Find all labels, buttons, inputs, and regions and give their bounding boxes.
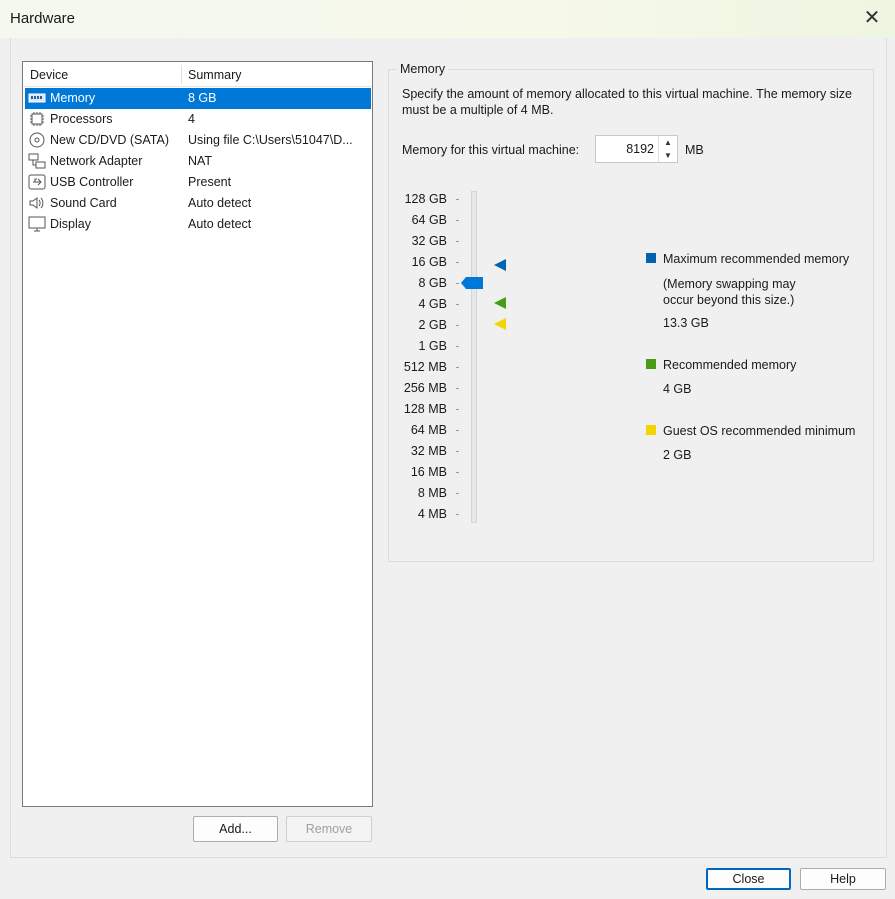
device-name: Network Adapter [50,154,143,168]
legend-guest-min-swatch [646,425,656,435]
scale-label: 128 MB [403,402,447,416]
close-window-icon[interactable]: ✕ [861,7,883,29]
column-header-summary[interactable]: Summary [188,68,241,82]
scale-tick [456,451,459,452]
memory-description: Specify the amount of memory allocated t… [402,87,852,117]
scale-tick [456,409,459,410]
speaker-icon [29,197,44,209]
memory-icon [28,93,46,103]
cd-dvd-icon [29,132,45,148]
remove-device-button[interactable]: Remove [286,816,372,842]
scale-label: 2 GB [418,318,448,332]
device-summary: Auto detect [188,217,252,231]
memory-slider-thumb[interactable] [461,277,483,289]
legend-recommended-label: Recommended memory [663,358,797,372]
column-header-device[interactable]: Device [30,68,68,82]
usb-icon [28,174,46,190]
device-name: Sound Card [50,196,117,210]
recommended-marker-icon [494,297,506,309]
device-list[interactable]: Device Summary Memory 8 GB Processors 4 … [22,61,373,807]
title-bar: Hardware ✕ [0,0,895,38]
device-summary: NAT [188,154,213,168]
scale-label: 512 MB [403,360,447,374]
memory-field-label: Memory for this virtual machine: [402,143,579,157]
scale-tick [456,472,459,473]
scale-tick [456,262,459,263]
device-row-network-adapter[interactable]: Network Adapter NAT [25,151,371,172]
memory-slider-track[interactable] [471,191,477,523]
device-name: New CD/DVD (SATA) [50,133,169,147]
legend-guest-min-value: 2 GB [663,448,692,462]
scale-label: 256 MB [403,381,447,395]
device-row-cd-dvd[interactable]: New CD/DVD (SATA) Using file C:\Users\51… [25,130,371,151]
window-title: Hardware [10,10,76,27]
legend-guest-min-label: Guest OS recommended minimum [663,424,856,438]
scale-label: 32 MB [410,444,447,458]
memory-spinbox[interactable]: 8192 ▲ ▼ [595,135,678,163]
legend-max-swatch [646,253,656,263]
column-divider[interactable] [181,65,182,84]
memory-value-input[interactable]: 8192 [596,142,654,156]
scale-tick [456,304,459,305]
footer-separator [10,857,885,858]
scale-tick [456,493,459,494]
spin-down-icon[interactable]: ▼ [659,149,677,162]
help-button[interactable]: Help [800,868,886,890]
scale-tick [456,367,459,368]
scale-label: 64 GB [411,213,447,227]
device-row-processors[interactable]: Processors 4 [25,109,371,130]
device-name: Display [50,217,91,231]
spin-arrows: ▲ ▼ [658,136,677,162]
device-row-usb-controller[interactable]: USB Controller Present [25,172,371,193]
scale-tick [456,220,459,221]
device-row-memory[interactable]: Memory 8 GB [25,88,371,109]
scale-tick [456,241,459,242]
device-row-sound-card[interactable]: Sound Card Auto detect [25,193,371,214]
monitor-icon [28,216,46,232]
device-name: USB Controller [50,175,134,189]
spin-up-icon[interactable]: ▲ [659,136,677,149]
legend-recommended-swatch [646,359,656,369]
processor-icon [30,112,44,126]
device-summary: 4 [188,112,195,126]
scale-label: 32 GB [411,234,447,248]
close-button[interactable]: Close [706,868,791,890]
legend-recommended-value: 4 GB [663,382,692,396]
guest-min-marker-icon [494,318,506,330]
scale-label: 4 MB [417,507,447,521]
device-summary: Present [188,175,232,189]
scale-label: 8 MB [417,486,447,500]
legend-max-note: (Memory swapping may occur beyond this s… [663,277,796,307]
scale-label: 16 MB [410,465,447,479]
scale-tick [456,514,459,515]
memory-field-label-text: Memory for this virtual machine: [402,143,580,157]
scale-label: 16 GB [411,255,447,269]
scale-tick [456,325,459,326]
scale-label: 64 MB [410,423,447,437]
device-name: Processors [50,112,113,126]
scale-tick [456,199,459,200]
scale-label: 128 GB [404,192,447,206]
scale-label: 8 GB [418,276,448,290]
network-icon [28,153,46,169]
scale-tick [456,346,459,347]
scale-label: 1 GB [418,339,448,353]
scale-label: 4 GB [418,297,448,311]
scale-tick [456,283,459,284]
memory-unit: MB [685,143,704,157]
add-device-button[interactable]: Add... [193,816,278,842]
device-summary: 8 GB [188,91,217,105]
legend-max-label: Maximum recommended memory [663,252,850,266]
memory-group-title: Memory [397,62,449,76]
scale-tick [456,430,459,431]
device-row-display[interactable]: Display Auto detect [25,214,371,235]
device-summary: Using file C:\Users\51047\D... [188,133,353,147]
device-name: Memory [50,91,96,105]
list-header: Device Summary [23,62,372,87]
scale-tick [456,388,459,389]
device-summary: Auto detect [188,196,252,210]
legend-max-value: 13.3 GB [663,316,709,330]
max-recommended-marker-icon [494,259,506,271]
